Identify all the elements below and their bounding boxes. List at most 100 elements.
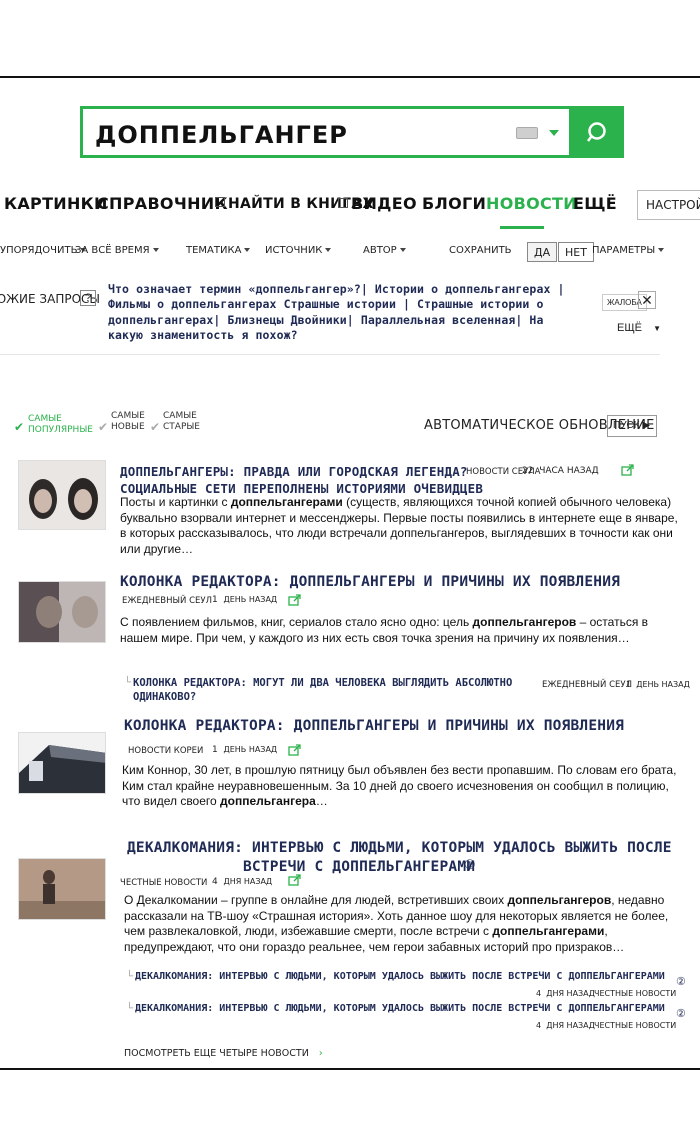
- snippet-highlight: доппельгангерами: [230, 495, 343, 509]
- chevron-right-icon: ›: [318, 1048, 323, 1059]
- snippet-highlight: доппельгангера: [220, 794, 316, 808]
- search-box[interactable]: ДОППЕЛЬГАНГЕР: [80, 106, 572, 158]
- news-age-number: 22: [522, 466, 534, 476]
- news-thumbnail[interactable]: [18, 460, 106, 530]
- source-count-badge: ②: [676, 1008, 686, 1020]
- settings-button[interactable]: НАСТРОЙКИ: [637, 190, 700, 220]
- related-queries[interactable]: Что означает термин «доппельгангер»?| Ис…: [108, 282, 568, 344]
- news-source[interactable]: ЧЕСТНЫЕ НОВОСТИ: [594, 989, 676, 998]
- news-age: 1 ДЕНЬ НАЗАД: [212, 595, 277, 605]
- chevron-down-icon[interactable]: [549, 130, 559, 136]
- sub-arrow-icon: └: [124, 677, 132, 688]
- filter-topic[interactable]: ТЕМАТИКА: [186, 245, 253, 256]
- search-input[interactable]: ДОППЕЛЬГАНГЕР: [95, 121, 348, 149]
- close-icon[interactable]: ✕: [638, 291, 656, 309]
- snippet-part: Ким Коннор, 30 лет, в прошлую пятницу бы…: [122, 763, 677, 808]
- filter-author[interactable]: АВТОР: [363, 245, 409, 256]
- news-source[interactable]: ЕЖЕДНЕВНЫЙ СЕУЛ: [122, 596, 212, 606]
- source-count-badge: ②: [676, 976, 686, 988]
- news-image: [19, 859, 105, 919]
- save-filter[interactable]: СОХРАНИТЬ: [449, 245, 512, 256]
- news-thumbnail[interactable]: [18, 858, 106, 920]
- news-title-line2[interactable]: ВСТРЕЧИ С ДОППЕЛЬГАНГЕРАМИ: [243, 859, 475, 875]
- play-icon: ▶: [642, 420, 651, 431]
- news-age: 1 ДЕНЬ НАЗАД: [212, 745, 277, 755]
- no-toggle[interactable]: НЕТ: [558, 242, 594, 262]
- chevron-down-icon: [658, 248, 665, 252]
- news-title[interactable]: КОЛОНКА РЕДАКТОРА: ДОППЕЛЬГАНГЕРЫ И ПРИЧ…: [124, 718, 624, 734]
- filter-author-label: АВТОР: [363, 245, 397, 256]
- news-age-unit: ДЕНЬ НАЗАД: [223, 745, 278, 754]
- related-more-label: ЕЩЁ: [617, 322, 642, 334]
- chevron-down-icon: [244, 248, 251, 252]
- tab-blogs[interactable]: БЛОГИ: [422, 194, 486, 213]
- news-age-unit: ДНЯ НАЗАД: [223, 877, 273, 886]
- sub-arrow-icon: └: [126, 971, 134, 982]
- tab-video-label: ВИДЕО: [351, 194, 417, 213]
- chevron-down-icon: [325, 248, 332, 252]
- tab-reference[interactable]: СПРАВОЧНИК: [97, 194, 228, 213]
- filter-source-label: ИСТОЧНИК: [265, 245, 323, 256]
- filter-params[interactable]: ПАРАМЕТРЫ: [592, 245, 667, 256]
- share-icon[interactable]: [288, 594, 302, 606]
- sub-arrow-icon: └: [126, 1003, 134, 1014]
- sort-popular[interactable]: САМЫЕ ПОПУЛЯРНЫЕ: [28, 414, 93, 436]
- active-tab-indicator: [500, 226, 544, 229]
- news-age: 4 ДНЯ НАЗАД: [536, 989, 595, 998]
- news-source[interactable]: ЧЕСТНЫЕ НОВОСТИ: [120, 878, 207, 888]
- news-source[interactable]: НОВОСТИ КОРЕИ: [128, 746, 203, 756]
- keyboard-icon[interactable]: [516, 127, 538, 139]
- more-news-link[interactable]: ПОСМОТРЕТЬ ЕЩЕ ЧЕТЫРЕ НОВОСТИ ›: [124, 1048, 323, 1059]
- news-age-number: 1: [212, 595, 218, 605]
- news-thumbnail[interactable]: [18, 581, 106, 643]
- snippet-part: Посты и картинки с: [120, 495, 231, 509]
- news-title[interactable]: КОЛОНКА РЕДАКТОРА: ДОППЕЛЬГАНГЕРЫ И ПРИЧ…: [120, 574, 620, 590]
- check-icon: ✔: [14, 420, 25, 434]
- related-news-link[interactable]: ДЕКАЛКОМАНИЯ: ИНТЕРВЬЮ С ЛЮДЬМИ, КОТОРЫМ…: [135, 1002, 665, 1016]
- filter-source[interactable]: ИСТОЧНИК: [265, 245, 334, 256]
- search-button[interactable]: [572, 106, 624, 158]
- news-source[interactable]: ЧЕСТНЫЕ НОВОСТИ: [594, 1021, 676, 1030]
- related-news-link[interactable]: КОЛОНКА РЕДАКТОРА: МОГУТ ЛИ ДВА ЧЕЛОВЕКА…: [133, 676, 513, 704]
- news-source[interactable]: ЕЖЕДНЕВНЫЙ СЕУЛ: [542, 680, 632, 690]
- news-age-unit: ДНЯ НАЗАД: [546, 989, 595, 998]
- sort-newest[interactable]: САМЫЕ НОВЫЕ: [111, 411, 153, 433]
- related-news-link[interactable]: ДЕКАЛКОМАНИЯ: ИНТЕРВЬЮ С ЛЮДЬМИ, КОТОРЫМ…: [135, 970, 665, 984]
- news-age-number: 4: [536, 1021, 542, 1030]
- news-age-unit: ДНЯ НАЗАД: [546, 1021, 595, 1030]
- checkbox-icon: [215, 197, 225, 207]
- news-age-unit: ДЕНЬ НАЗАД: [636, 680, 690, 689]
- tab-video[interactable]: ВИДЕО: [338, 194, 417, 213]
- share-icon[interactable]: [288, 744, 302, 756]
- chevron-down-icon: [399, 248, 406, 252]
- help-icon[interactable]: ?: [80, 290, 96, 306]
- news-image: [19, 582, 105, 642]
- chevron-down-icon: [152, 248, 159, 252]
- play-button[interactable]: ПУСК ▶: [607, 415, 657, 437]
- filter-period[interactable]: ЗА ВСЁ ВРЕМЯ: [75, 245, 162, 256]
- news-snippet: С появлением фильмов, книг, сериалов ста…: [120, 615, 688, 646]
- yes-toggle[interactable]: ДА: [527, 242, 558, 262]
- news-age-number: 1: [626, 680, 632, 689]
- filter-params-label: ПАРАМЕТРЫ: [592, 245, 656, 256]
- news-title[interactable]: ДОППЕЛЬГАНГЕРЫ: ПРАВДА ИЛИ ГОРОДСКАЯ ЛЕГ…: [120, 464, 468, 479]
- tab-more[interactable]: ЕЩЁ: [573, 194, 617, 213]
- news-image: [19, 461, 105, 529]
- tab-news[interactable]: НОВОСТИ: [486, 194, 577, 213]
- checkbox-icon: [338, 198, 348, 208]
- news-title[interactable]: ДЕКАЛКОМАНИЯ: ИНТЕРВЬЮ С ЛЮДЬМИ, КОТОРЫМ…: [127, 840, 672, 856]
- share-icon[interactable]: [288, 874, 302, 886]
- news-thumbnail[interactable]: [18, 732, 106, 794]
- snippet-highlight: доппельгангеров: [507, 893, 612, 907]
- sort-oldest[interactable]: САМЫЕ СТАРЫЕ: [163, 411, 207, 433]
- search-icon: [587, 122, 606, 142]
- news-age-unit: ДЕНЬ НАЗАД: [223, 595, 278, 604]
- news-age: 4 ДНЯ НАЗАД: [536, 1021, 595, 1030]
- tab-images[interactable]: КАРТИНКИ: [4, 194, 108, 213]
- share-icon[interactable]: [621, 464, 635, 476]
- play-label: ПУСК: [613, 420, 640, 431]
- news-title-line2[interactable]: СОЦИАЛЬНЫЕ СЕТИ ПЕРЕПОЛНЕНЫ ИСТОРИЯМИ ОЧ…: [120, 481, 483, 496]
- filter-topic-label: ТЕМАТИКА: [186, 245, 242, 256]
- related-more[interactable]: ЕЩЁ ▼: [617, 322, 661, 334]
- news-age: 22 ЧАСА НАЗАД: [522, 466, 599, 476]
